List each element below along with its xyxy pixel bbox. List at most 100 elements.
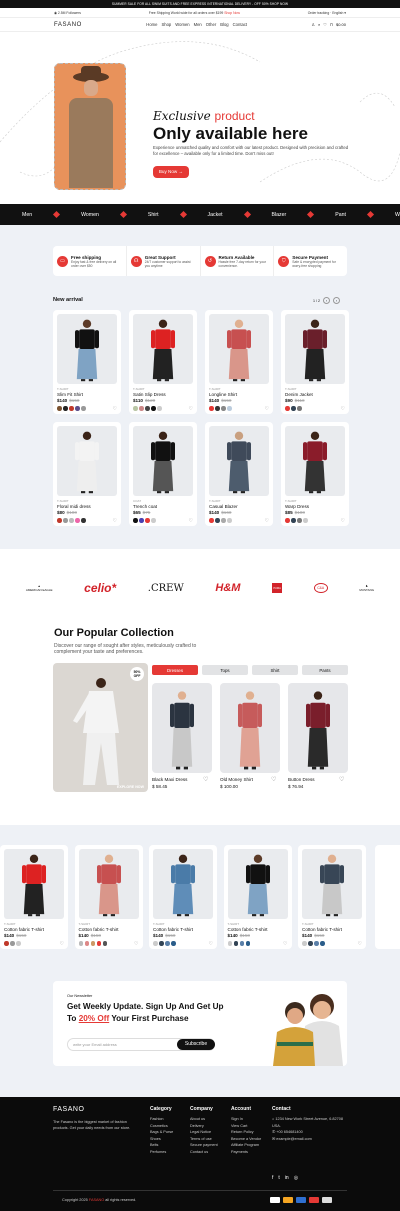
cart-total[interactable]: $0.00 [336,22,346,27]
wishlist-heart-icon[interactable]: ♡ [283,941,287,947]
product-image[interactable] [302,849,362,919]
product-card[interactable]: T-SHIRT Cotton fabric T-shirt $140 $150 ♡ [149,845,217,949]
product-card[interactable]: T-SHIRT Casual Blazer $140 $160 ♡ [205,422,273,526]
product-name[interactable]: Cotton fabric T-shirt [228,927,268,932]
prev-arrow-icon[interactable]: ‹ [323,297,330,304]
color-swatch[interactable] [227,941,232,946]
product-name[interactable]: Denim Jacket [285,392,313,397]
color-swatch[interactable] [133,518,138,523]
color-swatch[interactable] [227,406,232,411]
color-swatch[interactable] [285,406,290,411]
color-swatch[interactable] [308,941,313,946]
color-swatch[interactable] [314,941,319,946]
buy-now-button[interactable]: Buy Now → [153,166,189,178]
color-swatch[interactable] [133,406,138,411]
wishlist-heart-icon[interactable]: ♡ [134,941,138,947]
color-swatch[interactable] [16,941,21,946]
product-card[interactable]: T-SHIRT Cotton fabric T-shirt $140 $150 ♡ [223,845,292,949]
brand-ca[interactable]: C&A [313,583,328,593]
color-swatch[interactable] [139,518,144,523]
color-swatch[interactable] [78,941,83,946]
wishlist-heart-icon[interactable]: ♡ [339,776,344,783]
color-swatch[interactable] [81,406,86,411]
color-swatch[interactable] [63,518,68,523]
nav-contact[interactable]: Contact [233,22,247,27]
footer-link[interactable]: Payments [231,1149,261,1156]
heart-icon[interactable]: ♡ [323,22,327,27]
color-swatch[interactable] [297,518,302,523]
product-card[interactable]: T-SHIRT Cotton fabric T-shirt $140 $150 ♡ [0,845,68,949]
product-card[interactable]: T-SHIRT Longline Shirt $140 $150 ♡ [205,310,273,414]
wishlist-heart-icon[interactable]: ♡ [203,776,208,783]
nav-men[interactable]: Men [194,22,202,27]
twitter-icon[interactable]: t [278,1175,279,1181]
wishlist-heart-icon[interactable]: ♡ [341,518,345,524]
color-swatch[interactable] [239,941,244,946]
product-image[interactable] [4,849,64,919]
color-swatch[interactable] [75,518,80,523]
footer-link[interactable]: Secure payment [190,1142,218,1149]
product-image[interactable] [133,426,193,496]
product-card[interactable]: T-SHIRT Cotton fabric T-shirt $140 $150 ♡ [74,845,143,949]
product-image[interactable] [153,849,213,919]
color-swatch[interactable] [151,518,156,523]
marquee-item[interactable]: Shirt [126,210,187,219]
footer-link[interactable]: Affiliate Program [231,1142,261,1149]
product-name[interactable]: Cotton fabric T-shirt [153,927,193,932]
followers[interactable]: ◉ 2.5M Followers [54,11,81,15]
tab-dresses[interactable]: Dresses [152,665,198,675]
color-swatch[interactable] [233,941,238,946]
instagram-icon[interactable]: ◎ [294,1175,298,1181]
color-swatch[interactable] [10,941,15,946]
tab-shirt[interactable]: Shirt [252,665,298,675]
collection-product-name[interactable]: Button Dress [288,777,315,782]
brand-celio[interactable]: celio* [84,581,116,595]
wishlist-heart-icon[interactable]: ♡ [113,518,117,524]
product-image[interactable] [133,314,193,384]
color-swatch[interactable] [145,406,150,411]
nav-other[interactable]: Other [206,22,216,27]
footer-email[interactable]: ✉ example@email.com [272,1136,347,1143]
product-card[interactable]: T-SHIRT Satin Slip Dress $110 $120 ♡ [129,310,197,414]
color-swatch[interactable] [75,406,80,411]
brand-american-eagle[interactable]: ▲ AMERICAN EAGLE [26,584,53,592]
nav-women[interactable]: Women [175,22,189,27]
product-image[interactable] [57,314,117,384]
product-image[interactable] [227,849,288,919]
order-tracking-link[interactable]: Order tracking [308,11,329,15]
product-name[interactable]: Cotton fabric T-shirt [302,927,342,932]
marquee-item[interactable]: Blazer [250,210,315,219]
tab-tops[interactable]: Tops [202,665,248,675]
product-image[interactable] [285,314,345,384]
color-swatch[interactable] [303,518,308,523]
product-name[interactable]: Slim Fit Shirt [57,392,83,397]
color-swatch[interactable] [69,518,74,523]
wishlist-heart-icon[interactable]: ♡ [271,776,276,783]
product-image[interactable] [78,849,139,919]
footer-logo[interactable]: FASANO [53,1106,84,1113]
product-image[interactable] [57,426,117,496]
marquee-item[interactable]: Men [0,210,61,219]
product-name[interactable]: Longline Shirt [209,392,237,397]
collection-product-image[interactable] [220,683,280,773]
color-swatch[interactable] [215,406,220,411]
explore-now-link[interactable]: EXPLORE NOW [117,785,144,789]
next-arrow-icon[interactable]: › [333,297,340,304]
color-swatch[interactable] [209,518,214,523]
brand-puma[interactable]: PUMA [272,583,283,593]
product-image[interactable] [209,314,269,384]
color-swatch[interactable] [215,518,220,523]
nav-home[interactable]: Home [146,22,157,27]
color-swatch[interactable] [157,406,162,411]
color-swatch[interactable] [221,518,226,523]
color-swatch[interactable] [291,406,296,411]
subscribe-button[interactable]: Subscribe [177,1039,215,1050]
product-card[interactable]: T-SHIRT Warp Dress $85 $100 ♡ [281,422,349,526]
collection-product-image[interactable] [152,683,212,773]
product-image[interactable] [285,426,345,496]
color-swatch[interactable] [57,518,62,523]
linkedin-icon[interactable]: in [285,1175,289,1181]
user-icon[interactable]: ♙ [311,22,315,27]
wishlist-heart-icon[interactable]: ♡ [113,406,117,412]
footer-link[interactable]: Perfumes [150,1149,173,1156]
